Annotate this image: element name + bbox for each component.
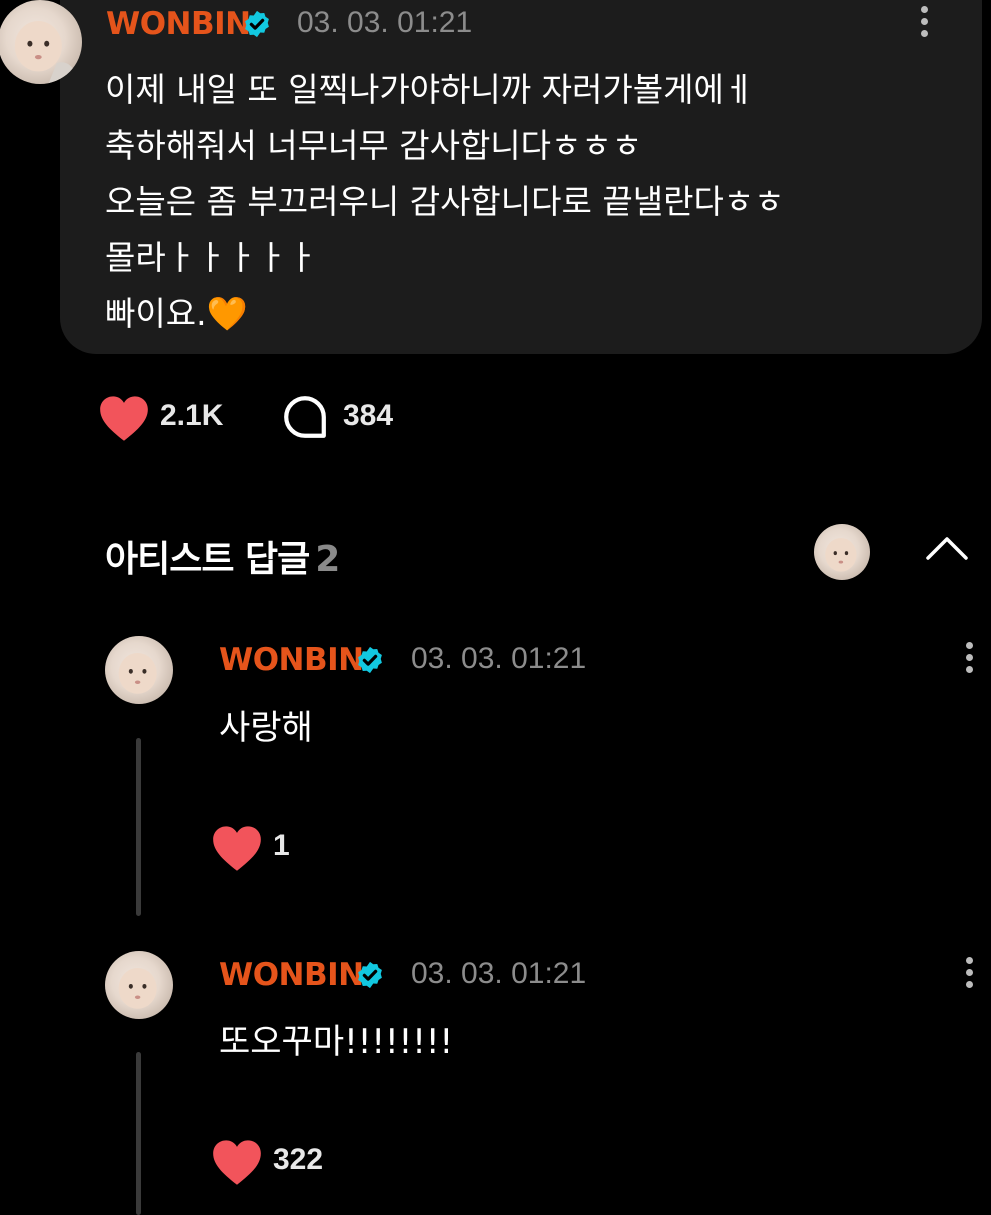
post-body-text: 이제 내일 또 일찍나가야하니까 자러가볼게에ㅔ 축하해줘서 너무너무 감사합니… — [105, 70, 785, 333]
thread-line — [136, 738, 141, 916]
heart-icon[interactable] — [211, 824, 263, 872]
verified-badge-icon — [358, 646, 382, 674]
reply-author-name[interactable]: WONBIN — [219, 642, 364, 678]
artist-replies-count: 2 — [315, 539, 340, 580]
verified-badge-icon — [358, 961, 382, 989]
speech-bubble-icon[interactable] — [282, 394, 328, 440]
reply-author-avatar[interactable] — [105, 951, 173, 1019]
reply-more-icon[interactable] — [962, 642, 976, 682]
post-comment-count: 384 — [343, 399, 394, 432]
reply-timestamp: 03. 03. 01:21 — [411, 957, 587, 990]
artist-replies-title: 아티스트 답글 — [105, 539, 310, 580]
avatar-baby-photo — [14, 21, 78, 84]
reply-text: 또오꾸마!!!!!!!! — [219, 1022, 454, 1062]
heart-icon[interactable] — [211, 1138, 263, 1186]
reply-text: 사랑해 — [219, 708, 313, 748]
reply-more-icon[interactable] — [962, 957, 976, 997]
verified-badge-icon — [245, 10, 269, 38]
reply-like-count: 322 — [273, 1143, 324, 1176]
reply-timestamp: 03. 03. 01:21 — [411, 642, 587, 675]
thread-line — [136, 1052, 141, 1215]
reply-author-avatar[interactable] — [105, 636, 173, 704]
post-like-count: 2.1K — [160, 399, 224, 432]
reply-author-name[interactable]: WONBIN — [219, 957, 364, 993]
reply-like-count: 1 — [273, 829, 290, 862]
post-timestamp: 03. 03. 01:21 — [297, 6, 473, 39]
heart-icon[interactable] — [98, 394, 150, 442]
avatar-baby-photo — [118, 968, 157, 1009]
post-author-avatar[interactable] — [0, 0, 82, 84]
chevron-up-icon[interactable] — [925, 534, 969, 562]
artist-replies-header: 아티스트 답글 2 — [105, 530, 340, 582]
avatar-baby-photo — [118, 653, 157, 694]
section-artist-avatar[interactable] — [814, 524, 870, 580]
post-author-name[interactable]: WONBIN — [106, 6, 251, 42]
avatar-baby-photo — [825, 538, 857, 572]
post-more-icon[interactable] — [917, 6, 931, 46]
